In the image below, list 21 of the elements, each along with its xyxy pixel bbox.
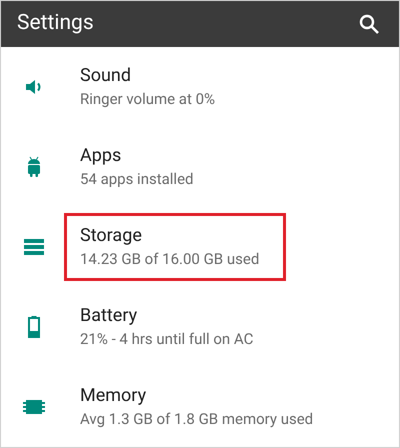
item-summary: Avg 1.3 GB of 1.8 GB memory used	[80, 409, 314, 430]
item-title: Memory	[80, 384, 148, 408]
item-title: Battery	[80, 304, 138, 328]
settings-item[interactable]: Storage 14.23 GB of 16.00 GB used	[1, 207, 399, 287]
chip-icon	[23, 398, 45, 416]
robot-icon	[25, 156, 43, 178]
item-summary: 21% - 4 hrs until full on AC	[80, 329, 254, 350]
settings-item[interactable]: Sound Ringer volume at 0%	[1, 47, 399, 127]
item-summary: 54 apps installed	[80, 169, 194, 190]
item-title: Sound	[80, 64, 132, 88]
battery-icon	[28, 316, 40, 338]
stacked-bars-icon	[24, 239, 44, 255]
item-title: Apps	[80, 144, 122, 168]
item-title: Storage	[80, 224, 143, 248]
settings-item[interactable]: Apps 54 apps installed	[1, 127, 399, 207]
search-icon[interactable]	[359, 14, 379, 34]
item-summary: 14.23 GB of 16.00 GB used	[80, 249, 260, 270]
settings-item[interactable]: Memory Avg 1.3 GB of 1.8 GB memory used	[1, 367, 399, 447]
settings-item[interactable]: Battery 21% - 4 hrs until full on AC	[1, 287, 399, 367]
item-summary: Ringer volume at 0%	[80, 89, 216, 110]
app-bar-title: Settings	[17, 10, 94, 38]
